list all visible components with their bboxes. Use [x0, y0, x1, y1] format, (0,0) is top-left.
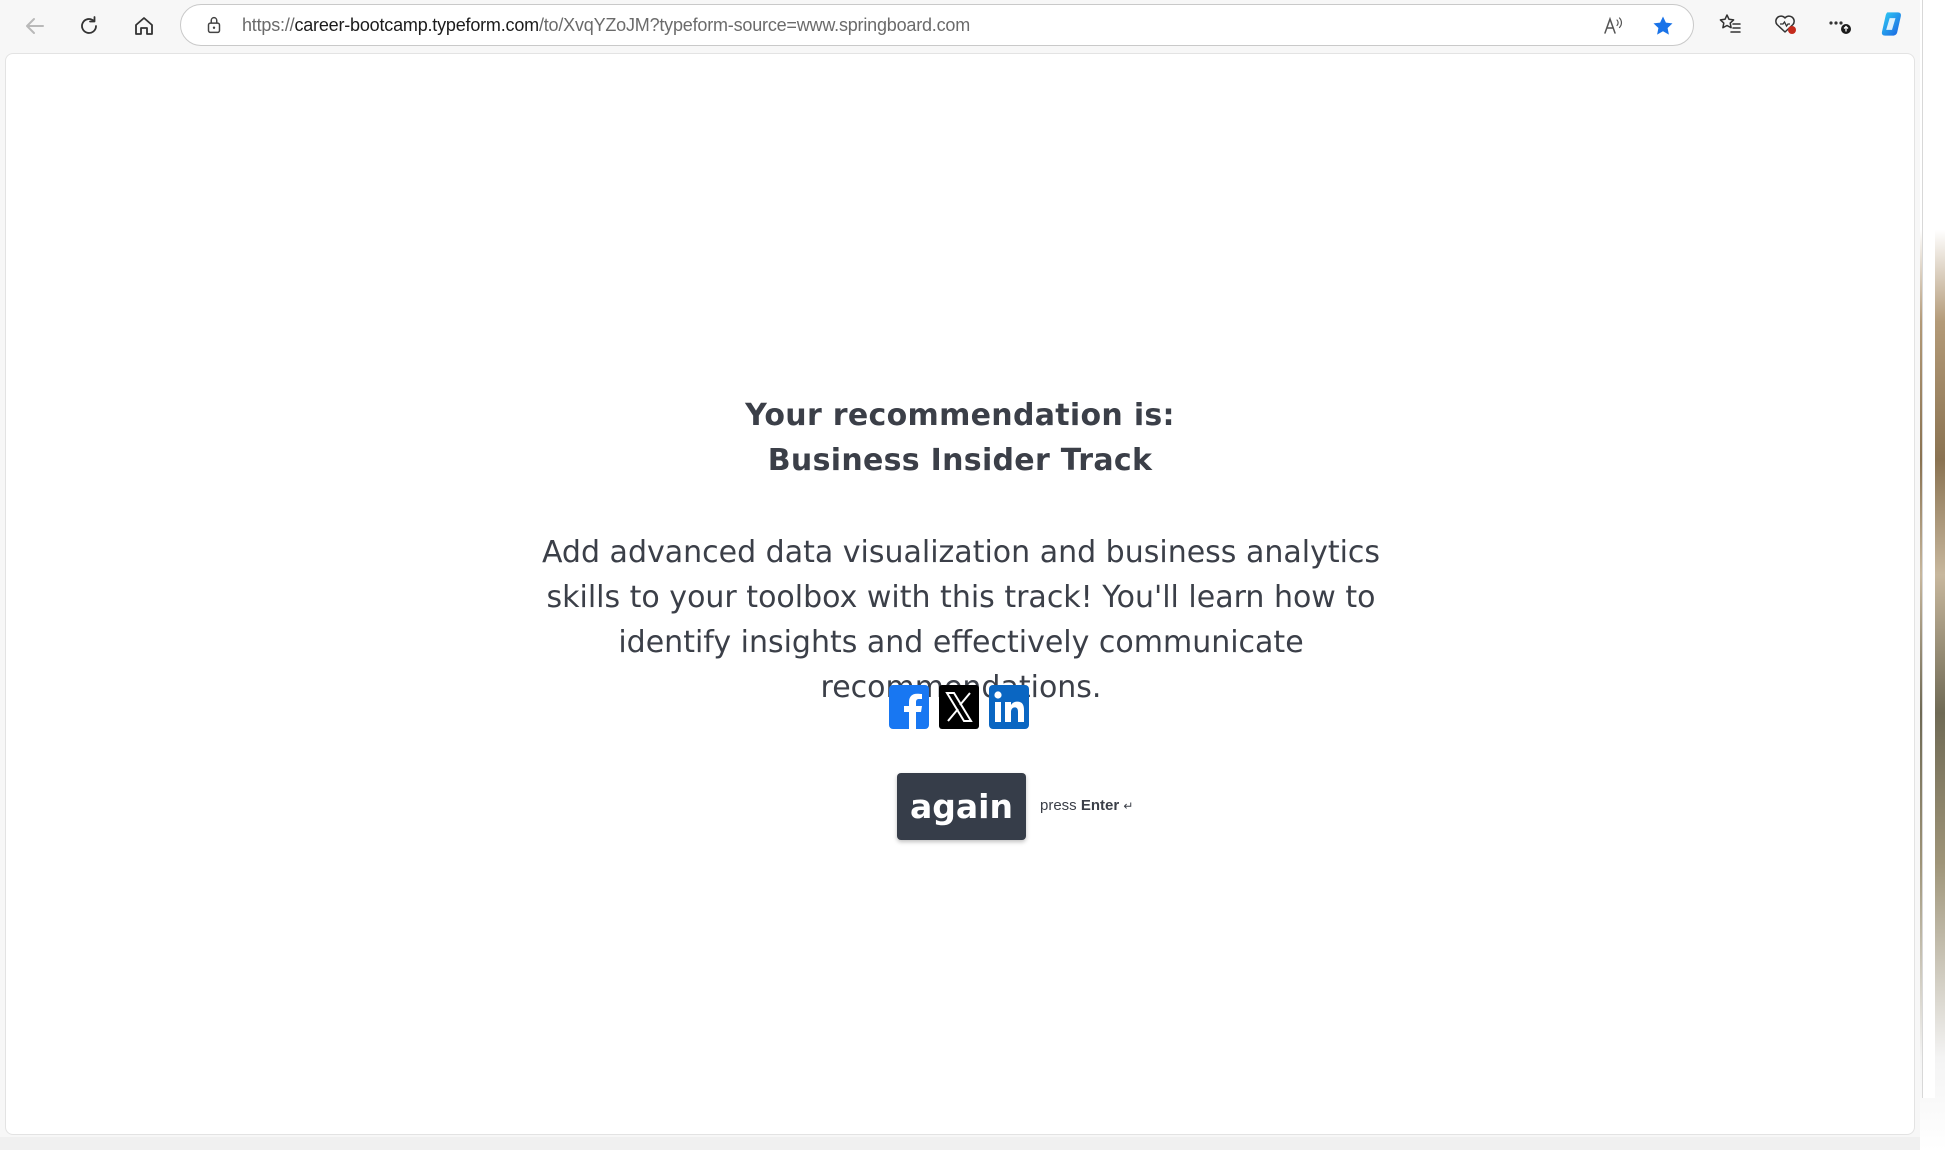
- x-twitter-icon: [939, 685, 979, 729]
- share-facebook-button[interactable]: [889, 684, 929, 730]
- url-text[interactable]: https://career-bootcamp.typeform.com/to/…: [242, 15, 970, 36]
- page-scrollbar[interactable]: [1922, 0, 1935, 1098]
- reload-icon: [81, 16, 97, 34]
- keyboard-hint: press Enter ↵: [1040, 797, 1133, 814]
- home-icon: [135, 17, 153, 35]
- favorites-icon: [1719, 14, 1741, 33]
- more-icon: [1829, 21, 1851, 34]
- reload-button[interactable]: [71, 8, 107, 44]
- favorites-button[interactable]: [1716, 10, 1744, 38]
- facebook-icon: [889, 685, 929, 729]
- again-button[interactable]: again: [897, 773, 1026, 840]
- url-scheme: https://: [242, 15, 295, 35]
- url-host: career-bootcamp.typeform.com: [294, 15, 539, 35]
- page-viewport: Your recommendation is: Business Insider…: [5, 53, 1915, 1135]
- home-button[interactable]: [126, 8, 162, 44]
- favorite-star-icon[interactable]: [1651, 14, 1675, 38]
- browser-toolbar: https://career-bootcamp.typeform.com/to/…: [0, 0, 1920, 52]
- browser-essentials-button[interactable]: [1771, 10, 1799, 38]
- share-linkedin-button[interactable]: [989, 684, 1029, 730]
- copilot-icon: [1881, 12, 1901, 36]
- linkedin-icon: [989, 685, 1029, 729]
- url-path: /to/XvqYZoJM?typeform-source=www.springb…: [538, 15, 971, 35]
- recommendation-track: Business Insider Track: [767, 443, 1153, 478]
- read-aloud-icon[interactable]: [1601, 14, 1625, 38]
- share-x-button[interactable]: [939, 684, 979, 730]
- hint-key: Enter: [1080, 797, 1120, 814]
- copilot-button[interactable]: [1878, 10, 1906, 38]
- typeform-ending-screen: Your recommendation is: Business Insider…: [6, 54, 1914, 1134]
- enter-icon: ↵: [1123, 799, 1134, 813]
- more-button[interactable]: [1826, 10, 1854, 38]
- back-button[interactable]: [17, 8, 53, 44]
- lock-icon[interactable]: [203, 14, 225, 36]
- address-bar[interactable]: https://career-bootcamp.typeform.com/to/…: [180, 4, 1694, 46]
- browser-essentials-icon: [1775, 15, 1796, 34]
- recommendation-heading: Your recommendation is:: [745, 398, 1175, 433]
- recommendation-description: Add advanced data visualization and busi…: [541, 535, 1381, 705]
- bottom-strip: [0, 1137, 1920, 1150]
- hint-prefix: press: [1040, 797, 1077, 814]
- back-arrow-icon: [26, 18, 44, 34]
